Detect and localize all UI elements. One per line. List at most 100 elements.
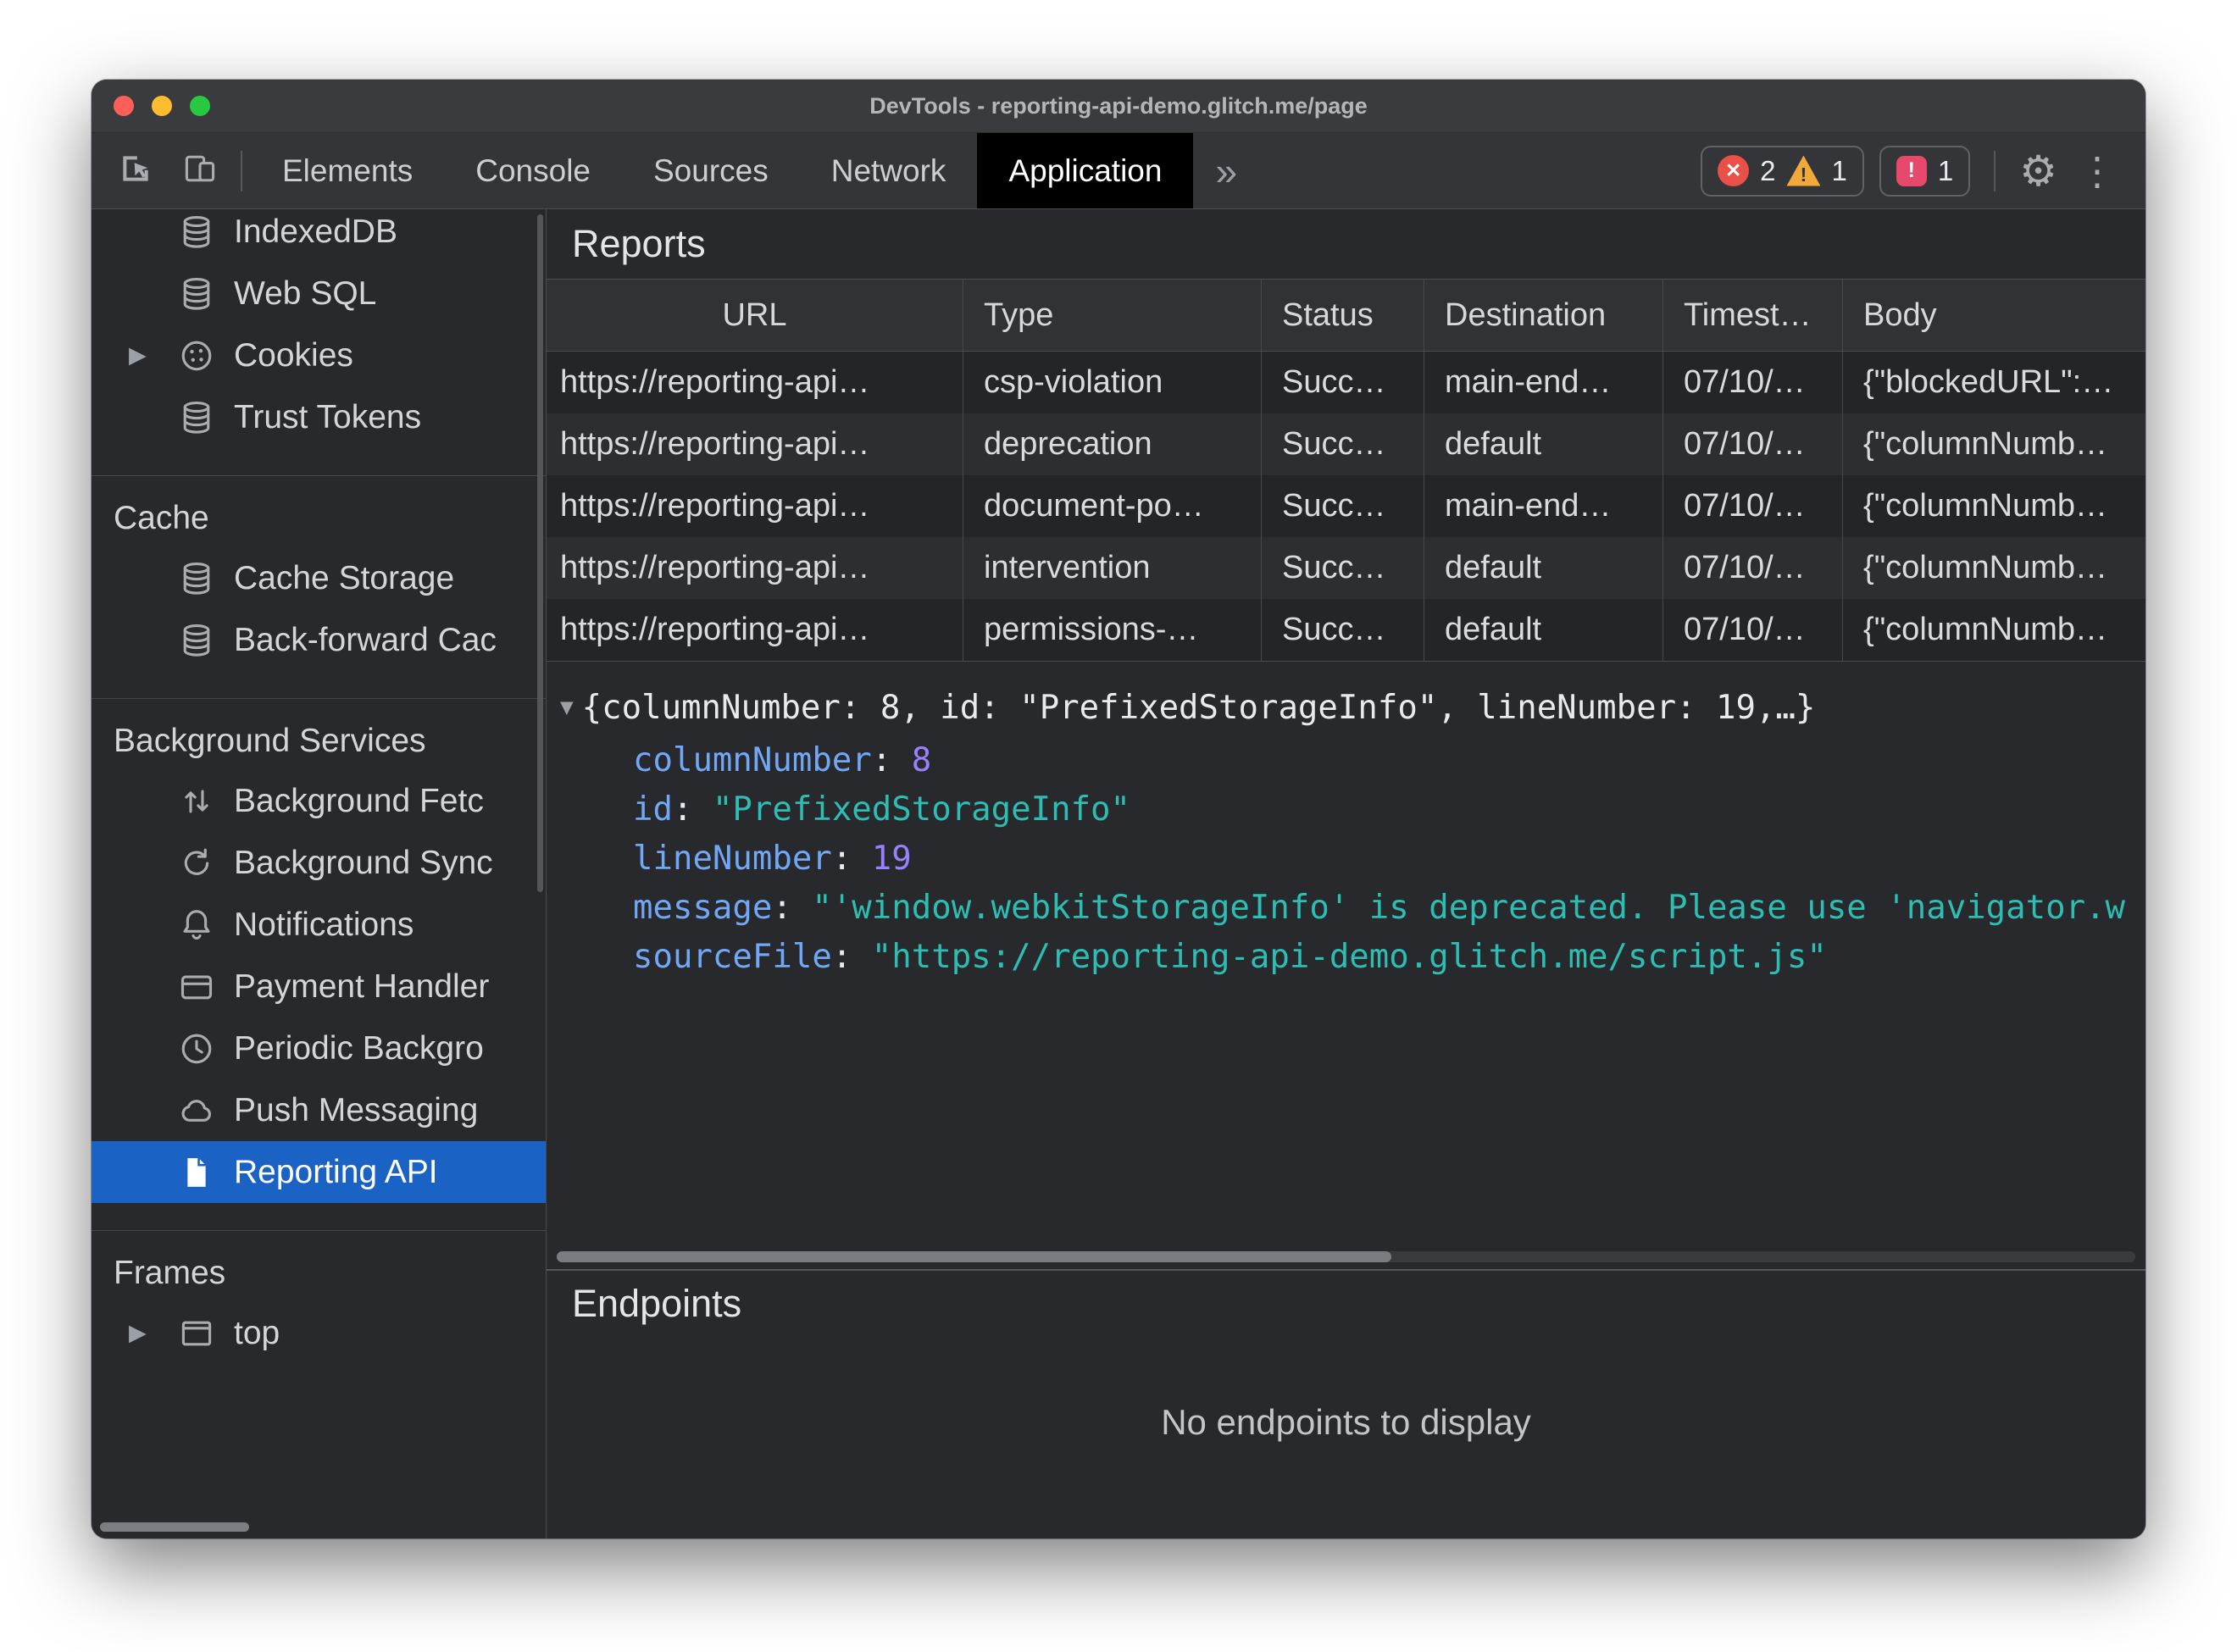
tab-console[interactable]: Console: [444, 133, 622, 208]
cell-destination: default: [1424, 599, 1663, 661]
property-key: id: [633, 790, 713, 829]
property-key: lineNumber: [633, 840, 872, 878]
column-header-type[interactable]: Type: [963, 280, 1262, 351]
tab-application[interactable]: Application: [977, 133, 1194, 208]
sidebar-item-label: Background Fetc: [234, 782, 484, 819]
sidebar-item-label: Payment Handler: [234, 967, 490, 1005]
column-header-url[interactable]: URL: [547, 280, 963, 351]
error-count: 2: [1760, 154, 1776, 186]
titlebar: DevTools - reporting-api-demo.glitch.me/…: [92, 80, 2145, 133]
reports-pane: Reports URL Type Status Destination Time…: [547, 209, 2145, 1269]
disclosure-arrow-icon[interactable]: [129, 1320, 178, 1346]
sidebar-item-payment-handler[interactable]: Payment Handler: [92, 956, 546, 1017]
reports-table-header: URL Type Status Destination Timest… Body: [547, 280, 2145, 352]
table-row[interactable]: https://reporting-api… document-po… Succ…: [547, 475, 2145, 537]
sidebar-item-background-fetch[interactable]: Background Fetc: [92, 770, 546, 832]
sidebar-vertical-scrollbar[interactable]: [537, 214, 543, 892]
sidebar-item-label: Push Messaging: [234, 1091, 479, 1128]
sync-refresh-icon: [178, 845, 215, 882]
cell-url: https://reporting-api…: [547, 475, 963, 537]
sidebar-item-trust-tokens[interactable]: Trust Tokens: [92, 386, 546, 448]
window-controls: [114, 96, 210, 116]
issues-button[interactable]: ! 1: [1879, 145, 1971, 197]
table-row[interactable]: https://reporting-api… permissions-… Suc…: [547, 599, 2145, 661]
settings-gear-icon[interactable]: ⚙: [2019, 150, 2057, 192]
cell-body: {"blockedURL":…: [1863, 364, 2114, 400]
table-row[interactable]: https://reporting-api… deprecation Succ……: [547, 413, 2145, 475]
cell-timestamp: 07/10/…: [1663, 352, 1843, 413]
sidebar-horizontal-scrollbar[interactable]: [100, 1522, 249, 1532]
cell-status: Succ…: [1262, 599, 1424, 661]
sidebar-item-web-sql[interactable]: Web SQL: [92, 263, 546, 324]
document-icon: [178, 1154, 215, 1191]
console-summary-button[interactable]: ✕ 2 ! 1: [1701, 145, 1864, 197]
zoom-window-button[interactable]: [190, 96, 210, 116]
cell-url: https://reporting-api…: [547, 537, 963, 599]
tab-network[interactable]: Network: [800, 133, 978, 208]
property-value: "PrefixedStorageInfo": [712, 790, 1131, 829]
property-value: "https://reporting-api-demo.glitch.me/sc…: [871, 938, 1827, 976]
disclosure-arrow-icon[interactable]: [129, 342, 178, 369]
application-sidebar: IndexedDB Web SQL Cookies Trust Tokens: [92, 209, 547, 1538]
cell-status: Succ…: [1262, 352, 1424, 413]
column-header-body[interactable]: Body: [1843, 280, 2145, 351]
sidebar-group-frames: Frames top: [92, 1230, 546, 1364]
cookie-icon: [178, 337, 215, 374]
column-header-timestamp[interactable]: Timest…: [1663, 280, 1843, 351]
object-preview[interactable]: {columnNumber: 8, id: "PrefixedStorageIn…: [560, 684, 2145, 736]
issues-icon: !: [1896, 155, 1927, 186]
reports-table: URL Type Status Destination Timest… Body…: [547, 279, 2145, 662]
sidebar-item-cache-storage[interactable]: Cache Storage: [92, 547, 546, 609]
minimize-window-button[interactable]: [152, 96, 172, 116]
endpoints-section-title: Endpoints: [572, 1282, 742, 1325]
window-title: DevTools - reporting-api-demo.glitch.me/…: [869, 92, 1368, 119]
cell-url: https://reporting-api…: [547, 599, 963, 661]
cell-type: csp-violation: [963, 352, 1262, 413]
more-tabs-chevron-icon[interactable]: »: [1193, 148, 1259, 194]
scrollbar-thumb[interactable]: [557, 1251, 1391, 1262]
warning-count: 1: [1831, 154, 1847, 186]
endpoints-pane: Endpoints No endpoints to display: [547, 1269, 2145, 1538]
sidebar-item-back-forward-cache[interactable]: Back-forward Cac: [92, 609, 546, 671]
device-toolbar-button[interactable]: [168, 133, 232, 208]
cell-status: Succ…: [1262, 537, 1424, 599]
tab-elements[interactable]: Elements: [251, 133, 444, 208]
object-preview-text: {columnNumber: 8, id: "PrefixedStorageIn…: [581, 689, 1816, 727]
sidebar-item-push-messaging[interactable]: Push Messaging: [92, 1079, 546, 1141]
table-row[interactable]: https://reporting-api… csp-violation Suc…: [547, 352, 2145, 413]
cell-destination: main-end…: [1424, 352, 1663, 413]
object-property: lineNumber19: [560, 834, 2145, 884]
reporting-api-panel: Reports URL Type Status Destination Time…: [547, 209, 2145, 1538]
table-row[interactable]: https://reporting-api… intervention Succ…: [547, 537, 2145, 599]
sidebar-item-label: Web SQL: [234, 274, 377, 312]
property-value: "'window.webkitStorageInfo' is deprecate…: [812, 889, 2126, 927]
expand-arrow-icon[interactable]: [560, 684, 574, 732]
application-panel: IndexedDB Web SQL Cookies Trust Tokens: [92, 209, 2145, 1538]
kebab-menu-icon[interactable]: ⋮: [2073, 152, 2122, 191]
close-window-button[interactable]: [114, 96, 134, 116]
column-header-destination[interactable]: Destination: [1424, 280, 1663, 351]
sidebar-item-periodic-background-sync[interactable]: Periodic Backgro: [92, 1017, 546, 1079]
cell-type: document-po…: [963, 475, 1262, 537]
sidebar-item-label: Trust Tokens: [234, 398, 422, 435]
payment-card-icon: [178, 968, 215, 1006]
sidebar-item-notifications[interactable]: Notifications: [92, 894, 546, 956]
sidebar-item-top-frame[interactable]: top: [92, 1302, 546, 1364]
column-header-status[interactable]: Status: [1262, 280, 1424, 351]
property-value: 19: [871, 840, 912, 878]
sidebar-item-cookies[interactable]: Cookies: [92, 324, 546, 386]
inspect-element-button[interactable]: [103, 133, 168, 208]
toolbar-divider: [241, 150, 242, 191]
sidebar-item-label: Reporting API: [234, 1153, 438, 1190]
warning-icon: !: [1786, 155, 1821, 186]
database-icon: [178, 275, 215, 313]
sidebar-item-indexeddb[interactable]: IndexedDB: [92, 209, 546, 263]
property-key: sourceFile: [633, 938, 872, 976]
tab-sources[interactable]: Sources: [622, 133, 800, 208]
sidebar-item-reporting-api[interactable]: Reporting API: [92, 1141, 546, 1203]
sidebar-tree: IndexedDB Web SQL Cookies Trust Tokens: [92, 209, 546, 1364]
cell-timestamp: 07/10/…: [1663, 413, 1843, 475]
property-key: message: [633, 889, 812, 927]
reports-section-title: Reports: [572, 222, 706, 265]
sidebar-item-background-sync[interactable]: Background Sync: [92, 832, 546, 894]
